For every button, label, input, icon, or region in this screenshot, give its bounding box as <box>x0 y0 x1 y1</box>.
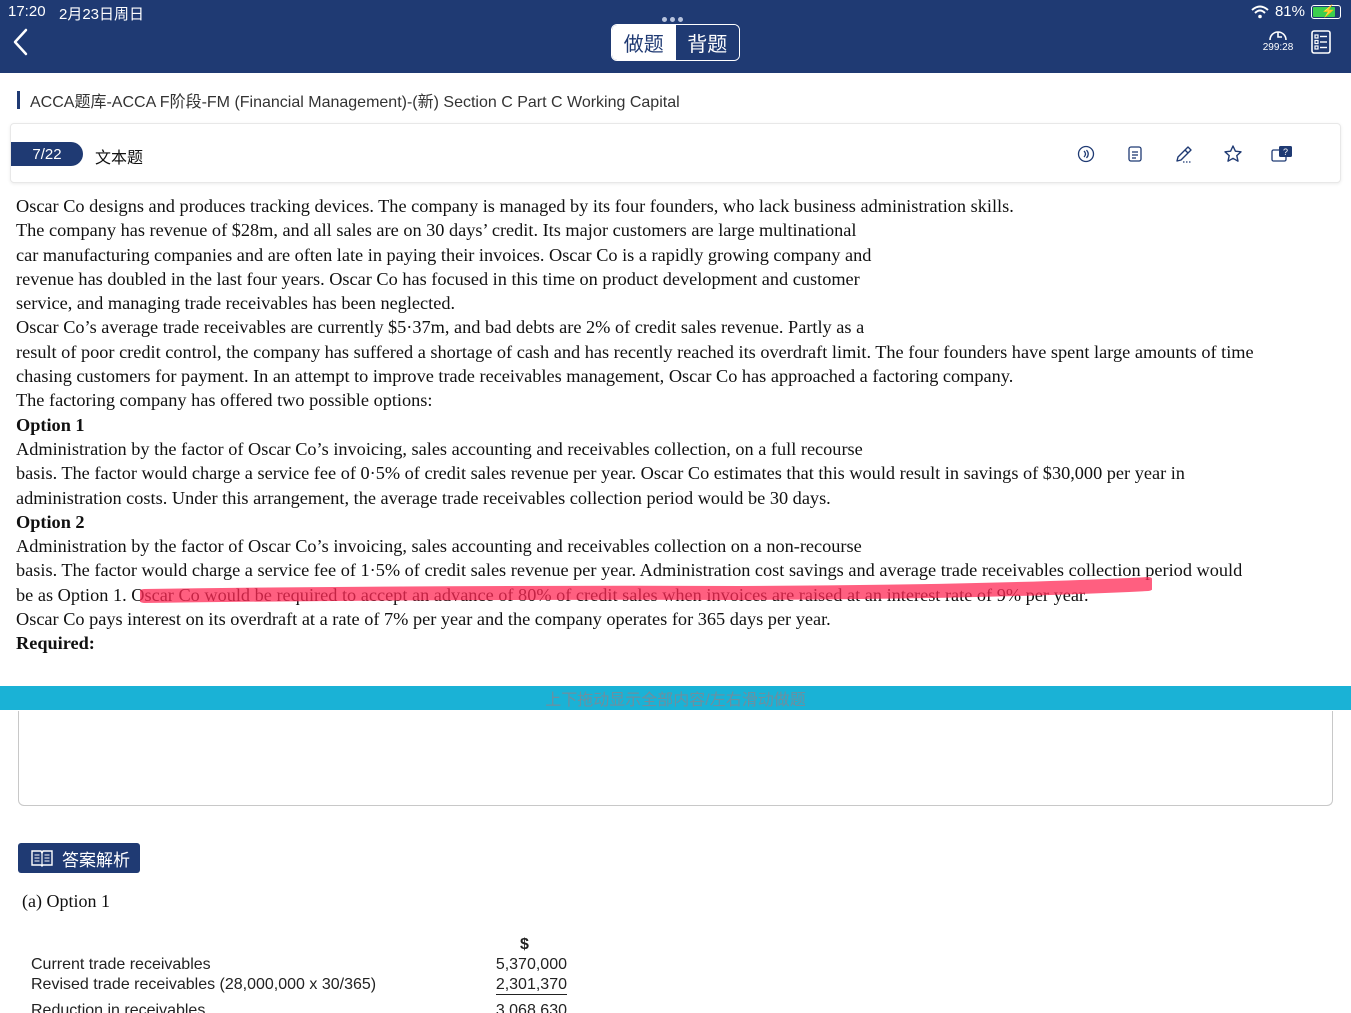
breadcrumb: ACCA题库-ACCA F阶段-FM (Financial Management… <box>17 90 680 111</box>
svg-text:?: ? <box>1283 147 1288 157</box>
passage-line: revenue has doubled in the last four yea… <box>16 268 860 289</box>
row-value: 2,301,370 <box>495 976 567 995</box>
row-label: Current trade receivables <box>31 956 211 973</box>
passage-line: basis. The factor would charge a service… <box>16 463 1185 484</box>
battery-percent: 81% <box>1274 3 1305 20</box>
tab-practice[interactable]: 做题 <box>612 25 676 60</box>
answer-analysis-label: 答案解析 <box>62 850 130 870</box>
passage-line: Oscar Co’s average trade receivables are… <box>16 317 865 338</box>
row-label: Reduction in receivables <box>31 1002 206 1013</box>
passage-line: chasing customers for payment. In an att… <box>16 366 1014 387</box>
question-type: 文本题 <box>95 150 144 167</box>
table-row: Revised trade receivables (28,000,000 x … <box>31 976 571 996</box>
wifi-icon <box>1251 5 1269 18</box>
answer-analysis-button[interactable]: 答案解析 <box>18 843 140 873</box>
breadcrumb-text: ACCA题库-ACCA F阶段-FM (Financial Management… <box>30 94 680 111</box>
analysis-option-title: (a) Option 1 <box>22 891 110 911</box>
timer-value: 299:28 <box>1262 42 1294 53</box>
currency-header: $ <box>520 936 529 953</box>
breadcrumb-marker <box>17 91 20 109</box>
table-row: Reduction in receivables 3,068,630 <box>31 1002 571 1013</box>
passage-line: administration costs. Under this arrange… <box>16 487 831 508</box>
question-number: 7/22 <box>11 142 83 166</box>
answer-input[interactable] <box>18 711 1333 806</box>
option1-title: Option 1 <box>16 414 85 435</box>
passage-line: car manufacturing companies and are ofte… <box>16 244 872 265</box>
timer[interactable]: 299:28 <box>1258 27 1298 53</box>
table-row: Current trade receivables 5,370,000 <box>31 956 571 976</box>
tab-memorize[interactable]: 背题 <box>675 25 739 60</box>
passage-line: service, and managing trade receivables … <box>16 293 456 314</box>
status-time: 17:20 <box>8 3 46 20</box>
clock-icon <box>1269 31 1287 41</box>
passage-line: The company has revenue of $28m, and all… <box>16 220 857 241</box>
answer-sheet-icon[interactable] <box>1310 30 1332 54</box>
row-value: 3,068,630 <box>495 1002 567 1013</box>
passage-line: Administration by the factor of Oscar Co… <box>16 438 863 459</box>
passage-line: Oscar Co pays interest on its overdraft … <box>16 609 831 630</box>
more-dots-icon[interactable] <box>662 9 690 22</box>
star-icon[interactable] <box>1221 143 1245 165</box>
passage-line: basis. The factor would charge a service… <box>16 560 1243 581</box>
row-label: Revised trade receivables (28,000,000 x … <box>31 976 377 993</box>
notes-icon[interactable] <box>1123 143 1147 165</box>
question-passage: Oscar Co designs and produces tracking d… <box>16 194 1338 656</box>
row-value: 5,370,000 <box>495 956 567 973</box>
battery-icon: ⚡ <box>1311 4 1341 19</box>
passage-line: result of poor credit control, the compa… <box>16 341 1254 362</box>
table-header-row: $ <box>31 936 571 956</box>
question-feedback-icon[interactable]: ? <box>1270 143 1294 165</box>
edit-icon[interactable] <box>1172 143 1196 165</box>
status-indicators: 81% ⚡ <box>1251 3 1341 20</box>
back-chevron-icon[interactable] <box>10 26 34 58</box>
mode-tabs: 做题 背题 <box>611 24 740 61</box>
passage-line: The factoring company has offered two po… <box>16 390 433 411</box>
book-icon <box>31 850 53 867</box>
passage-line: be as Option 1. Oscar Co would be requir… <box>16 584 1089 605</box>
status-date: 2月23日周日 <box>59 6 145 23</box>
required-label: Required: <box>16 633 95 654</box>
audio-icon[interactable] <box>1074 143 1098 165</box>
passage-line: Administration by the factor of Oscar Co… <box>16 536 862 557</box>
option2-title: Option 2 <box>16 511 85 532</box>
top-bar: 17:20 2月23日周日 81% ⚡ 做题 背题 299:28 <box>0 0 1351 73</box>
question-header: 7/22 文本题 ? <box>10 123 1341 183</box>
scroll-hint-bar[interactable]: 上下拖动显示全部内容/左右滑动做题 <box>0 686 1351 710</box>
passage-line: Oscar Co designs and produces tracking d… <box>16 196 1014 216</box>
question-toolbar: ? <box>1074 143 1294 165</box>
